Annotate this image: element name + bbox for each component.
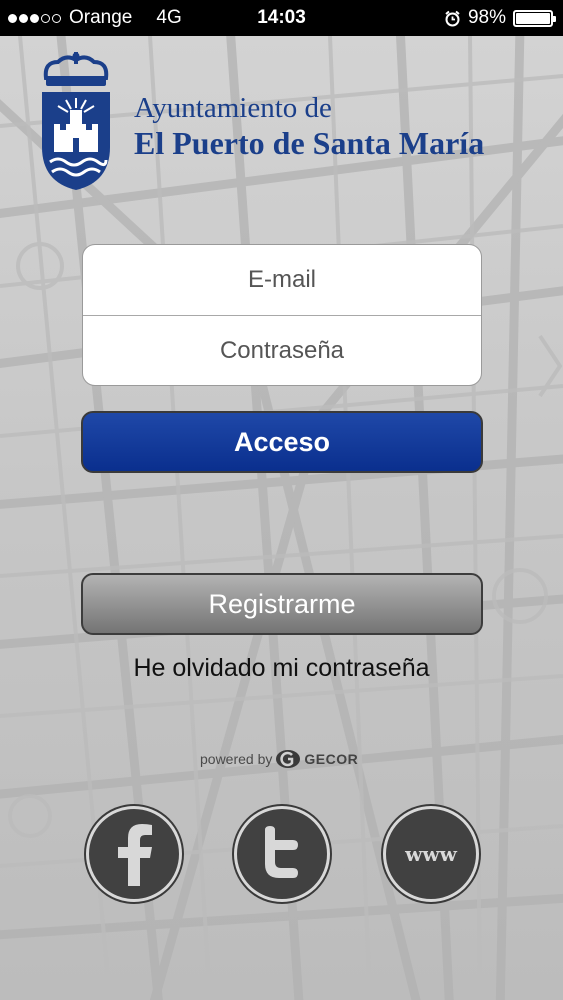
status-right: 98%	[444, 7, 556, 29]
gecor-logo-icon	[276, 750, 301, 768]
org-name-line2: El Puerto de Santa María	[134, 125, 485, 161]
login-form	[82, 244, 482, 386]
website-button[interactable]: www	[383, 806, 479, 902]
alarm-icon	[445, 10, 460, 26]
battery-icon	[513, 9, 556, 27]
forgot-password-link[interactable]: He olvidado mi contraseña	[0, 654, 563, 683]
org-name-line1: Ayuntamiento de	[134, 92, 332, 124]
www-icon: www	[405, 842, 457, 866]
gecor-brand: GECOR	[304, 751, 359, 767]
powered-by: powered by GECOR	[200, 749, 358, 769]
facebook-icon	[118, 824, 152, 886]
register-button[interactable]: Registrarme	[81, 573, 483, 635]
twitter-icon	[265, 826, 298, 878]
coat-of-arms-logo	[42, 52, 110, 190]
email-field[interactable]	[83, 245, 481, 315]
twitter-button[interactable]	[234, 806, 330, 902]
facebook-button[interactable]	[86, 806, 182, 902]
powered-by-label: powered by	[200, 751, 273, 767]
password-field[interactable]	[83, 316, 481, 385]
login-button[interactable]: Acceso	[81, 411, 483, 473]
battery-percent: 98%	[467, 7, 506, 28]
status-bar: Orange 4G 14:03 98%	[0, 0, 563, 36]
